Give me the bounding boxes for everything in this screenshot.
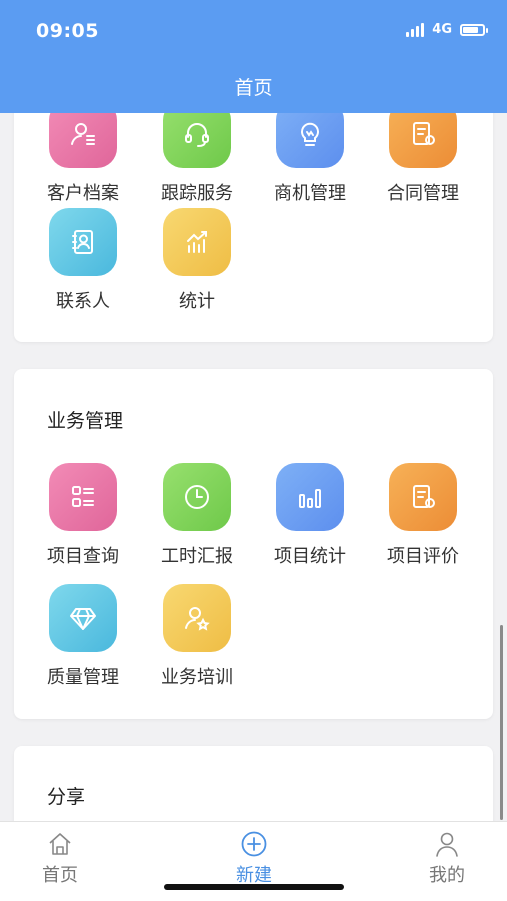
contact-book-icon	[49, 208, 117, 276]
grid-item-project-query[interactable]: 项目查询	[33, 463, 133, 568]
grid-item-label: 项目评价	[387, 546, 459, 567]
grid-item-label: 联系人	[56, 291, 110, 312]
grid-item-tracking-service[interactable]: 跟踪服务	[147, 100, 247, 205]
scrollbar[interactable]	[500, 625, 503, 820]
grid-item-label: 业务培训	[161, 667, 233, 688]
grid-item-label: 质量管理	[47, 667, 119, 688]
tab-mine[interactable]: 我的	[407, 830, 487, 887]
grid-item-contract[interactable]: 合同管理	[373, 100, 473, 205]
evaluation-icon	[389, 463, 457, 531]
grid-item-training[interactable]: 业务培训	[147, 584, 247, 689]
section-title: 分享	[47, 786, 86, 808]
grid-item-work-hours[interactable]: 工时汇报	[147, 463, 247, 568]
signal-icon	[406, 22, 425, 37]
grid-item-contacts[interactable]: 联系人	[33, 208, 133, 313]
status-indicators-front: 4G	[406, 22, 488, 37]
network-type: 4G	[432, 22, 452, 37]
diamond-icon	[49, 584, 117, 652]
tab-label: 首页	[42, 865, 78, 886]
clock-icon	[163, 463, 231, 531]
tab-home[interactable]: 首页	[20, 830, 100, 887]
home-icon	[49, 833, 71, 855]
grid-item-quality[interactable]: 质量管理	[33, 584, 133, 689]
plus-circle-icon	[241, 831, 267, 857]
grid-item-label: 统计	[179, 291, 215, 312]
tab-label: 新建	[236, 865, 272, 886]
grid-item-project-evaluation[interactable]: 项目评价	[373, 463, 473, 568]
grid-item-statistics[interactable]: 统计	[147, 208, 247, 313]
grid-item-customer-archive[interactable]: 客户档案	[33, 100, 133, 205]
bar-chart-icon	[276, 463, 344, 531]
grid-item-label: 合同管理	[387, 183, 459, 204]
grid-item-label: 工时汇报	[161, 546, 233, 567]
list-grid-icon	[49, 463, 117, 531]
grid-item-label: 客户档案	[47, 183, 119, 204]
grid-item-label: 商机管理	[274, 183, 346, 204]
section-title: 业务管理	[47, 410, 124, 432]
grid-item-label: 项目查询	[47, 546, 119, 567]
grid-item-project-stats[interactable]: 项目统计	[260, 463, 360, 568]
grid-item-label: 跟踪服务	[161, 183, 233, 204]
stats-icon	[163, 208, 231, 276]
tab-new[interactable]: 新建	[214, 830, 294, 887]
battery-icon	[460, 23, 488, 36]
grid-item-label: 项目统计	[274, 546, 346, 567]
card-business-management: 业务管理 项目查询 工时汇报 项目统计 项目评价 质量管理 业务培训	[14, 369, 493, 719]
tab-label: 我的	[429, 865, 465, 886]
home-indicator	[164, 884, 344, 890]
status-time-front: 09:05	[36, 20, 99, 42]
page-title-front: 首页	[234, 77, 273, 99]
card-customer-section: 客户档案 跟踪服务 商机管理 合同管理 联系人 统计	[14, 80, 493, 342]
user-icon	[436, 832, 458, 857]
trainer-icon	[163, 584, 231, 652]
grid-item-opportunity[interactable]: 商机管理	[260, 100, 360, 205]
